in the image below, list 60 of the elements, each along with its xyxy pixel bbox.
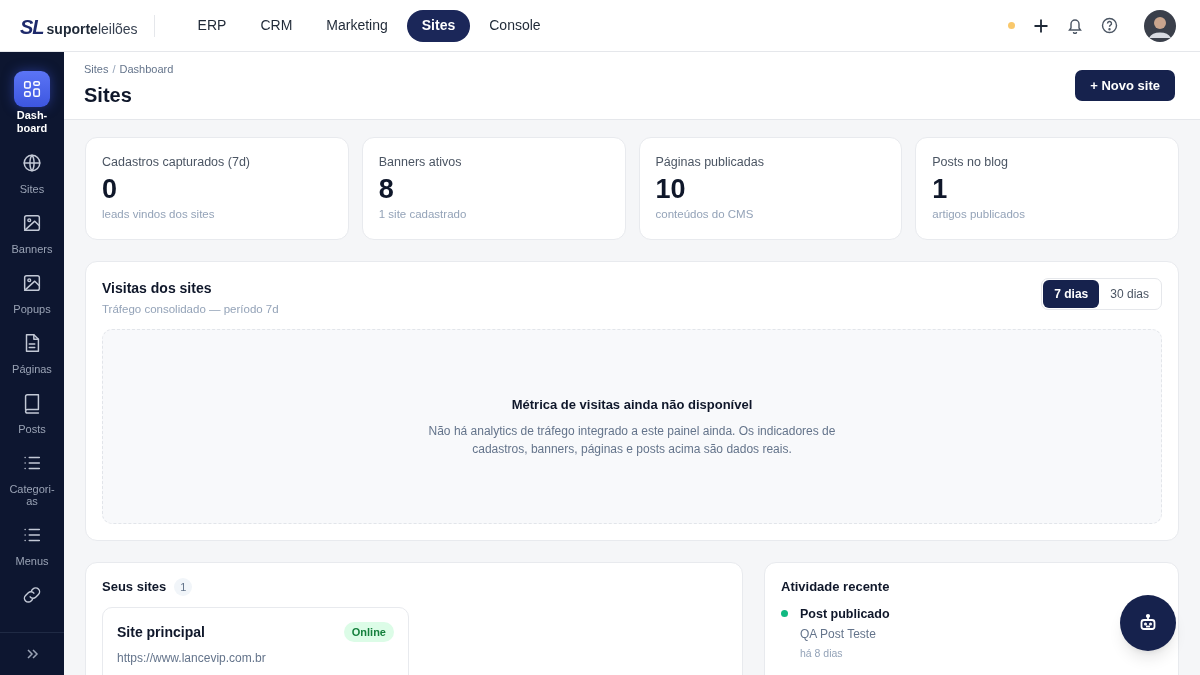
site-card[interactable]: Site principal Online https://www.lancevip.com.br <box>102 606 409 675</box>
sidebar-label[interactable]: Posts <box>18 423 46 435</box>
brand-name: suporteleilões <box>46 21 138 36</box>
activity-time: há 8 dias <box>800 646 844 662</box>
image-icon <box>21 272 43 294</box>
image-icon <box>21 212 43 234</box>
sidebar-label[interactable]: Menus <box>15 555 49 567</box>
activity-detail: QA Post Teste <box>800 626 877 644</box>
nav-tab[interactable]: CRM <box>245 9 308 42</box>
stat-value: 1 <box>932 172 949 206</box>
nav-tab[interactable]: Marketing <box>311 9 403 42</box>
globe-icon <box>21 152 43 174</box>
page-title: Sites <box>84 82 133 108</box>
sidebar-label[interactable]: Páginas <box>12 363 52 375</box>
activity-title: Post publicado <box>800 605 890 623</box>
stat-label: Páginas publicadas <box>655 154 765 171</box>
dashboard-icon <box>21 78 43 100</box>
stat-label: Banners ativos <box>378 154 463 171</box>
add-icon[interactable] <box>1033 17 1049 34</box>
count-badge: 1 <box>174 577 193 596</box>
range-tab[interactable]: 30 dias <box>1099 280 1160 308</box>
sidebar-label[interactable]: Sites <box>19 183 45 195</box>
stat-value: 10 <box>655 172 687 206</box>
empty-state-title: Métrica de visitas ainda não disponível <box>511 395 753 414</box>
breadcrumb-link[interactable]: Dashboard <box>119 61 174 78</box>
site-url: https://www.lancevip.com.br <box>117 649 267 667</box>
notification-icon[interactable] <box>1067 17 1083 34</box>
stat-label: Cadastros capturados (7d) <box>102 154 251 171</box>
sidebar-label[interactable]: Dash- board <box>16 109 48 135</box>
stat-value: 0 <box>102 172 119 206</box>
sidebar-label[interactable]: Banners <box>11 243 53 255</box>
breadcrumb-separator: / <box>112 62 116 78</box>
empty-state-text: Não há analytics de tráfego integrado a este painel ainda. Os indicadores de cadastros, banners, páginas e posts acima são dados reais. <box>427 423 837 459</box>
robot-icon <box>1138 613 1158 633</box>
card-title: Atividade recente <box>781 578 891 596</box>
avatar[interactable] <box>1144 9 1176 42</box>
sidebar-label[interactable]: Popups <box>13 303 51 315</box>
sidebar-label[interactable]: Categori- as <box>9 483 55 507</box>
link-icon[interactable] <box>21 584 43 606</box>
card-subtitle: Tráfego consolidado — período 7d <box>102 302 279 317</box>
status-badge: Online <box>343 621 394 643</box>
new-site-button[interactable]: + Novo site <box>1075 70 1175 101</box>
stat-value: 8 <box>378 172 395 206</box>
logo-mark: SL <box>20 16 44 37</box>
site-name: Site principal <box>117 622 205 642</box>
nav-tab[interactable]: Sites <box>406 9 471 42</box>
stat-note: 1 site cadastrado <box>378 206 468 222</box>
nav-tab[interactable]: Console <box>474 9 556 42</box>
sidebar-item[interactable] <box>14 71 50 107</box>
stat-note: leads vindos dos sites <box>102 206 216 222</box>
stat-note: conteúdos do CMS <box>655 206 755 222</box>
expand-icon[interactable] <box>25 647 39 661</box>
card-title: Seus sites <box>102 578 167 596</box>
help-icon[interactable] <box>1101 17 1118 34</box>
stat-note: artigos publicados <box>932 206 1026 222</box>
range-tab[interactable]: 7 dias <box>1043 280 1100 308</box>
nav-tab[interactable]: ERP <box>182 9 242 42</box>
stat-label: Posts no blog <box>932 154 1009 171</box>
card-title: Visitas dos sites <box>102 279 213 298</box>
breadcrumb-link[interactable]: Sites <box>84 61 109 78</box>
